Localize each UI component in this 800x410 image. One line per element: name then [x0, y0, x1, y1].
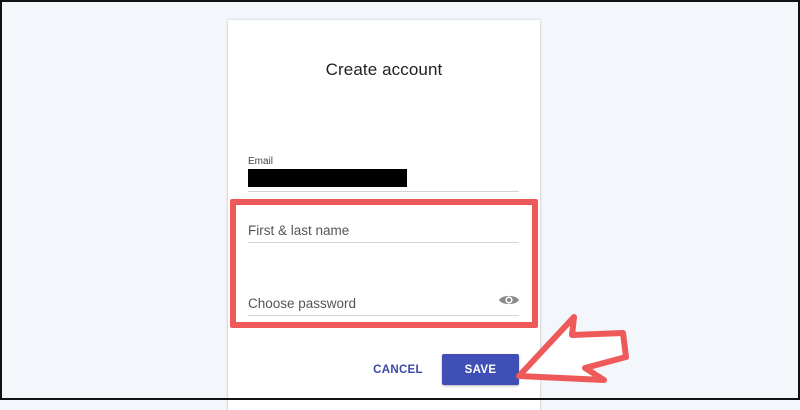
email-field-group: Email — [248, 156, 519, 192]
create-account-card: Create account Email CANCEL SAVE — [228, 20, 540, 410]
password-input[interactable] — [248, 292, 519, 316]
cancel-button[interactable]: CANCEL — [364, 360, 432, 380]
email-value-redacted — [248, 169, 407, 187]
page-title: Create account — [325, 60, 443, 79]
name-input[interactable] — [248, 219, 519, 243]
eye-icon[interactable] — [498, 293, 520, 307]
email-label: Email — [248, 156, 274, 167]
email-underline — [248, 191, 519, 192]
save-button[interactable]: SAVE — [442, 354, 519, 385]
